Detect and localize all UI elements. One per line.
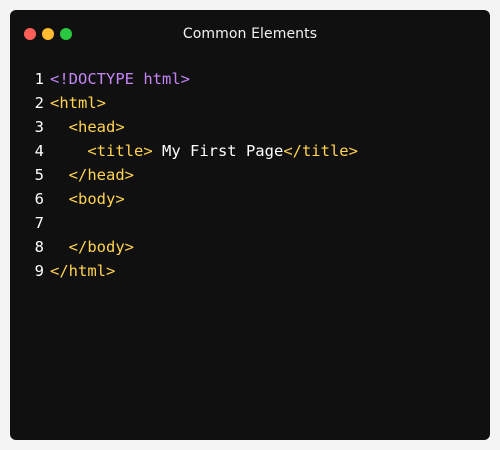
line-number: 9 bbox=[34, 262, 44, 280]
tag-token: <html> bbox=[50, 94, 106, 112]
code-line[interactable]: 4 <title> My First Page</title> bbox=[10, 139, 490, 163]
line-number: 6 bbox=[34, 190, 44, 208]
tag-token: </title> bbox=[283, 142, 358, 160]
line-number: 8 bbox=[34, 238, 44, 256]
line-content: </head> bbox=[50, 163, 134, 187]
line-number: 7 bbox=[34, 214, 44, 232]
tag-token: </body> bbox=[68, 238, 134, 256]
code-line[interactable]: 2 <html> bbox=[10, 91, 490, 115]
zoom-window-button[interactable] bbox=[60, 28, 72, 40]
line-number: 2 bbox=[34, 94, 44, 112]
line-number: 4 bbox=[34, 142, 44, 160]
code-line[interactable]: 3 <head> bbox=[10, 115, 490, 139]
code-line[interactable]: 1 <!DOCTYPE html> bbox=[10, 67, 490, 91]
tag-token: <head> bbox=[68, 118, 125, 136]
code-line[interactable]: 9 </html> bbox=[10, 259, 490, 283]
window-title: Common Elements bbox=[182, 26, 318, 42]
doctype-token: <!DOCTYPE html> bbox=[50, 70, 190, 88]
code-area[interactable]: 1 <!DOCTYPE html> 2 <html> 3 <head> 4 <title>… bbox=[10, 67, 490, 283]
tag-token: <body> bbox=[68, 190, 125, 208]
line-number: 5 bbox=[34, 166, 44, 184]
close-window-button[interactable] bbox=[24, 28, 36, 40]
code-line[interactable]: 5 </head> bbox=[10, 163, 490, 187]
line-content: <html> bbox=[50, 91, 106, 115]
editor-window: Common Elements 1 <!DOCTYPE html> 2 <html> 3… bbox=[10, 10, 490, 440]
line-content: <title> My First Page</title> bbox=[50, 139, 358, 163]
line-content: </html> bbox=[50, 259, 115, 283]
code-line[interactable]: 8 </body> bbox=[10, 235, 490, 259]
line-content: <!DOCTYPE html> bbox=[50, 67, 190, 91]
title-bar: Common Elements bbox=[10, 10, 490, 58]
code-line[interactable]: 6 <body> bbox=[10, 187, 490, 211]
minimize-window-button[interactable] bbox=[42, 28, 54, 40]
text-token: My First Page bbox=[152, 142, 284, 160]
line-number: 1 bbox=[34, 70, 44, 88]
tag-token: </html> bbox=[50, 262, 116, 280]
traffic-lights bbox=[24, 28, 72, 40]
line-content: <body> bbox=[50, 187, 125, 211]
code-line[interactable]: 7 bbox=[10, 211, 490, 235]
tag-token: <title> bbox=[87, 142, 153, 160]
line-content: <head> bbox=[50, 115, 125, 139]
line-number: 3 bbox=[34, 118, 44, 136]
line-content: </body> bbox=[50, 235, 134, 259]
tag-token: </head> bbox=[68, 166, 134, 184]
